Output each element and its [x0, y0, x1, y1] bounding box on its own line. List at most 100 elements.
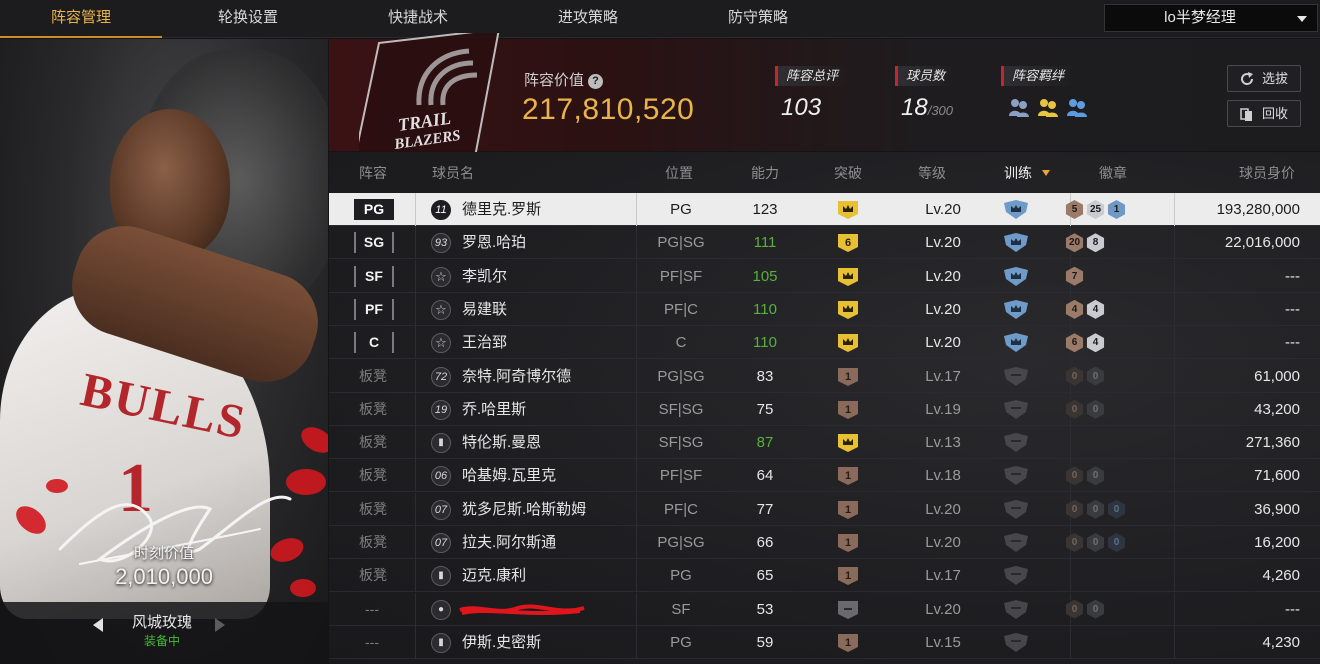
- training-badge-icon[interactable]: [1002, 566, 1030, 586]
- player-level: Lv.17: [925, 567, 961, 585]
- col-position[interactable]: 位置: [665, 163, 693, 183]
- lineup-slot-bench[interactable]: 板凳: [359, 426, 387, 459]
- col-training[interactable]: 训练: [1004, 163, 1050, 183]
- number-icon: 07: [431, 499, 451, 520]
- training-badge-icon[interactable]: [1002, 466, 1030, 486]
- manager-dropdown[interactable]: lo半梦经理: [1104, 4, 1318, 32]
- lineup-slot-badge[interactable]: PF: [354, 298, 394, 320]
- player-name[interactable]: 易建联: [462, 293, 507, 326]
- training-badge-icon[interactable]: [1002, 599, 1030, 620]
- badge-medals: 5 25 1: [1065, 200, 1126, 219]
- col-breakthrough[interactable]: 突破: [834, 163, 862, 183]
- col-player-name[interactable]: 球员名: [432, 163, 474, 183]
- lineup-slot-badge[interactable]: SG: [354, 232, 394, 254]
- recycle-button[interactable]: 回收: [1227, 100, 1301, 127]
- training-badge-icon[interactable]: [1002, 266, 1030, 287]
- column-divider: [1174, 259, 1175, 293]
- table-row[interactable]: 板凳 07 拉夫.阿尔斯通 PG|SG 66 1 Lv.20 0 0 0 16,200: [329, 526, 1320, 559]
- select-button[interactable]: 选拔: [1227, 65, 1301, 92]
- lineup-slot-bench[interactable]: ---: [365, 593, 379, 626]
- table-row[interactable]: --- ▮ 伊斯.史密斯 PG 59 1 Lv.15 4,230: [329, 625, 1320, 659]
- col-level[interactable]: 等级: [918, 163, 946, 183]
- table-row[interactable]: 板凳 ▮ 迈克.康利 PG 65 1 Lv.17 4,260: [329, 559, 1320, 593]
- breakthrough-badge-icon: 1: [838, 534, 858, 552]
- player-value: ---: [1285, 334, 1300, 352]
- table-row[interactable]: 板凳 ▮ 特伦斯.曼恩 SF|SG 87 Lv.13 271,360: [329, 426, 1320, 460]
- column-divider: [1174, 193, 1175, 226]
- player-count-value: 18: [901, 94, 928, 121]
- training-badge-icon[interactable]: [1002, 632, 1030, 653]
- table-row[interactable]: PF ☆ 易建联 PF|C 110 Lv.20 4 4 ---: [329, 292, 1320, 326]
- player-name[interactable]: 哈基姆.瓦里克: [462, 459, 556, 492]
- training-badge-icon[interactable]: [1002, 533, 1030, 553]
- table-row[interactable]: 板凳 07 犹多尼斯.哈斯勒姆 PF|C 77 1 Lv.20 0 0 0 36,900: [329, 492, 1320, 526]
- lineup-slot-bench[interactable]: 板凳: [359, 459, 387, 492]
- player-name[interactable]: 迈克.康利: [462, 559, 526, 592]
- tab-rotation-settings[interactable]: 轮换设置: [170, 0, 326, 38]
- col-lineup[interactable]: 阵容: [359, 163, 387, 183]
- training-badge-icon[interactable]: [1002, 366, 1030, 387]
- tab-lineup-management[interactable]: 阵容管理: [0, 0, 162, 38]
- breakthrough-badge-icon: 1: [838, 467, 858, 486]
- lineup-slot-badge[interactable]: PG: [354, 199, 394, 220]
- help-icon[interactable]: ?: [588, 74, 604, 89]
- manager-name: lo半梦经理: [1164, 9, 1236, 26]
- breakthrough-badge-icon: 1: [838, 633, 858, 652]
- tab-defense-strategy[interactable]: 防守策略: [680, 0, 836, 38]
- lineup-slot-bench[interactable]: 板凳: [359, 360, 387, 393]
- column-divider: [415, 426, 416, 460]
- player-card[interactable]: BULLS 1 时刻价值 2,010,000 风城玫瑰 装备中: [0, 39, 328, 664]
- tab-offense-strategy[interactable]: 进攻策略: [510, 0, 666, 38]
- player-level: Lv.20: [925, 201, 961, 218]
- bond-group-icon[interactable]: [1007, 96, 1031, 118]
- player-name[interactable]: 德里克.罗斯: [462, 193, 541, 226]
- player-name[interactable]: 拉夫.阿尔斯通: [462, 526, 556, 559]
- player-rating: 110: [753, 300, 777, 318]
- chevron-right-icon[interactable]: [215, 618, 225, 632]
- table-row[interactable]: PG 11 德里克.罗斯 PG 123 Lv.20 5 25 1 193,280,000: [329, 193, 1320, 226]
- lineup-slot-bench[interactable]: ---: [365, 626, 379, 659]
- table-row[interactable]: 板凳 06 哈基姆.瓦里克 PF|SF 64 1 Lv.18 0 0 71,600: [329, 459, 1320, 493]
- training-badge-icon[interactable]: [1002, 200, 1030, 220]
- player-name[interactable]: 李凯尔: [462, 260, 507, 293]
- training-badge-icon[interactable]: [1002, 433, 1030, 453]
- bond-group-icon[interactable]: [1065, 96, 1089, 118]
- table-row[interactable]: 板凳 72 奈特.阿奇博尔德 PG|SG 83 1 Lv.17 0 0 61,000: [329, 359, 1320, 393]
- player-name[interactable]: 犹多尼斯.哈斯勒姆: [462, 493, 586, 526]
- table-row[interactable]: C ☆ 王治郅 C 110 Lv.20 6 4 ---: [329, 326, 1320, 360]
- col-rating[interactable]: 能力: [751, 163, 779, 183]
- col-badges[interactable]: 徽章: [1099, 163, 1127, 183]
- player-name[interactable]: 王治郅: [462, 326, 507, 359]
- column-divider: [415, 592, 416, 626]
- chevron-left-icon[interactable]: [93, 618, 103, 632]
- lineup-slot-badge[interactable]: SF: [354, 265, 394, 287]
- lineup-slot-bench[interactable]: 板凳: [359, 526, 387, 559]
- training-badge-icon[interactable]: [1002, 299, 1030, 320]
- table-row[interactable]: 板凳 19 乔.哈里斯 SF|SG 75 1 Lv.19 0 0 43,200: [329, 392, 1320, 426]
- col-player-value[interactable]: 球员身价: [1239, 163, 1295, 183]
- player-name[interactable]: 特伦斯.曼恩: [462, 426, 541, 459]
- column-divider: [1174, 392, 1175, 426]
- player-position: PG: [670, 633, 692, 651]
- lineup-slot-bench[interactable]: 板凳: [359, 393, 387, 426]
- player-name[interactable]: 伊斯.史密斯: [462, 626, 541, 659]
- lineup-slot-bench[interactable]: 板凳: [359, 493, 387, 526]
- table-row[interactable]: SG 93 罗恩.哈珀 PG|SG 111 6 Lv.20 20 8 22,016,000: [329, 226, 1320, 260]
- player-name[interactable]: 奈特.阿奇博尔德: [462, 360, 571, 393]
- player-value: ---: [1285, 300, 1300, 318]
- player-name[interactable]: 罗恩.哈珀: [462, 226, 526, 259]
- lineup-slot-bench[interactable]: 板凳: [359, 559, 387, 592]
- badge-medal-icon: 0: [1086, 366, 1105, 386]
- table-row[interactable]: SF ☆ 李凯尔 PF|SF 105 Lv.20 7 ---: [329, 259, 1320, 293]
- team-bond-icons[interactable]: [1007, 96, 1089, 118]
- lineup-slot-badge[interactable]: C: [354, 332, 394, 354]
- training-badge-icon[interactable]: [1002, 499, 1030, 520]
- training-badge-icon[interactable]: [1002, 333, 1030, 353]
- training-badge-icon[interactable]: [1002, 233, 1030, 253]
- training-badge-icon[interactable]: [1002, 399, 1030, 420]
- player-name[interactable]: 乔.哈里斯: [462, 393, 526, 426]
- bond-group-icon[interactable]: [1036, 96, 1060, 118]
- bars-icon: ▮: [431, 632, 451, 653]
- table-row[interactable]: --- ● SF 53 Lv.20 0 0 ---: [329, 592, 1320, 626]
- column-divider: [415, 226, 416, 260]
